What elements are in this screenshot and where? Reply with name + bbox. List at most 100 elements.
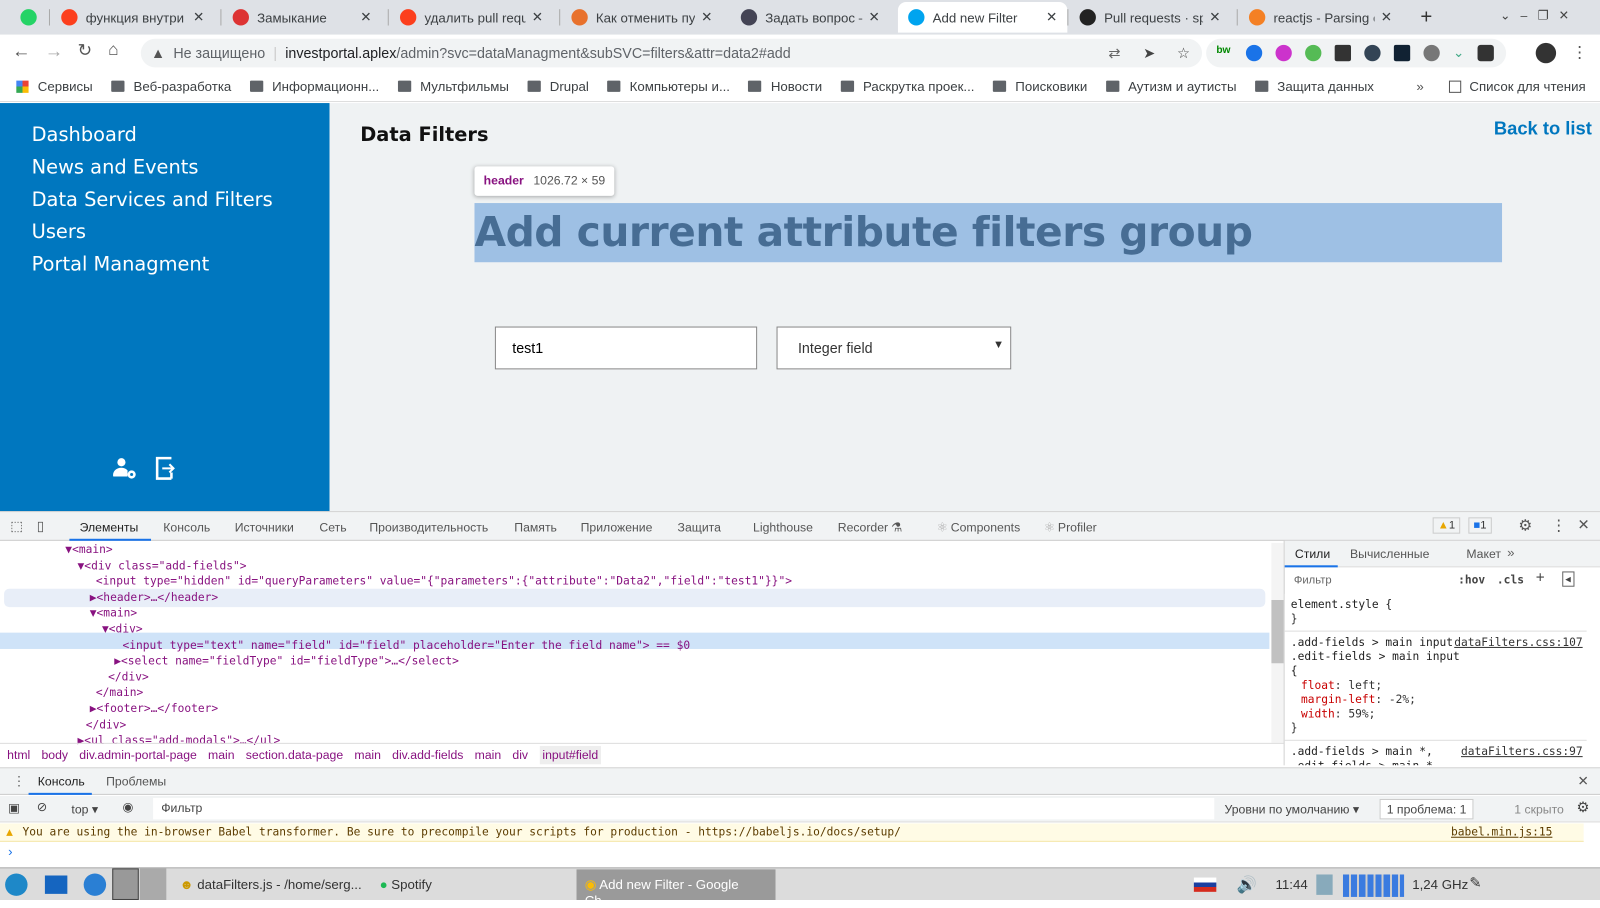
bookmark-folder[interactable]: Веб-разработка: [111, 79, 231, 94]
css-property[interactable]: margin-left: -2%;: [1291, 693, 1581, 707]
dom-node[interactable]: ▶<header>…</header>: [90, 591, 218, 604]
browser-tab[interactable]: [10, 2, 41, 33]
workspace-2[interactable]: [139, 868, 167, 900]
styles-filter-input[interactable]: Фильтр: [1290, 571, 1446, 590]
browser-tab[interactable]: Замыкание ✕: [222, 2, 381, 33]
live-expression-eye-icon[interactable]: ◉: [122, 800, 133, 814]
console-prompt[interactable]: ›: [8, 844, 12, 859]
apps-bookmark[interactable]: Сервисы: [16, 79, 93, 94]
browser-tab[interactable]: Add new Filter ✕: [897, 2, 1068, 33]
warnings-badge[interactable]: ▲1: [1432, 517, 1461, 534]
toggle-sidebar-icon[interactable]: ◂: [1562, 571, 1574, 587]
browser-tab[interactable]: Pull requests · spri ✕: [1069, 2, 1230, 33]
breadcrumb-item[interactable]: input#field: [539, 745, 602, 764]
bookmark-folder[interactable]: Мультфильмы: [397, 79, 509, 94]
breadcrumb-item[interactable]: html: [7, 747, 30, 761]
bookmark-folder[interactable]: Drupal: [527, 79, 589, 94]
devtools-tab-10[interactable]: ⚛ Components: [937, 520, 1020, 534]
bookmark-folder[interactable]: Поисковики: [992, 79, 1087, 94]
desktop-icon[interactable]: [44, 875, 68, 894]
breadcrumb-item[interactable]: div: [512, 747, 528, 761]
bw-extension-icon[interactable]: bw: [1216, 45, 1232, 61]
css-property[interactable]: width: 59%;: [1291, 707, 1581, 721]
reload-button[interactable]: ↻: [78, 41, 93, 61]
elements-scrollbar[interactable]: [1271, 542, 1284, 743]
devtools-tab-0[interactable]: Элементы: [80, 520, 139, 534]
browser-tab[interactable]: Задать вопрос — ✕: [731, 2, 890, 33]
firefox-extension-icon[interactable]: [1245, 44, 1263, 62]
taskbar-app-spotify[interactable]: ● Spotify: [380, 877, 432, 892]
new-rule-icon[interactable]: +: [1536, 569, 1545, 586]
keyboard-layout-flag-icon[interactable]: [1193, 877, 1217, 892]
vue-extension-icon[interactable]: ⌄: [1453, 45, 1464, 61]
devtools-tab-2[interactable]: Источники: [235, 520, 294, 534]
dom-node[interactable]: ▶<footer>…</footer>: [90, 702, 218, 715]
back-to-list-link[interactable]: Back to list: [1494, 118, 1592, 139]
send-icon[interactable]: ➤: [1143, 44, 1155, 61]
react-extension-icon[interactable]: [1393, 44, 1411, 62]
new-tab-button[interactable]: +: [1420, 6, 1432, 29]
clock[interactable]: 11:44: [1276, 877, 1308, 892]
window-controls[interactable]: ⌄ – ❐ ✕: [1500, 8, 1569, 22]
taskbar-app-chrome[interactable]: ◉ Add new Filter - Google Ch...: [576, 869, 776, 908]
css-rule[interactable]: dataFilters.css:97 .add-fields > main *, …: [1285, 741, 1587, 765]
drawer-tab[interactable]: Консоль: [38, 774, 85, 788]
styles-tab[interactable]: Стили: [1295, 547, 1330, 561]
close-drawer-icon[interactable]: ✕: [1578, 773, 1589, 789]
devtools-tab-11[interactable]: ⚛ Profiler: [1044, 520, 1097, 534]
close-tab-icon[interactable]: ✕: [1381, 9, 1392, 25]
breadcrumb-item[interactable]: main: [354, 747, 381, 761]
close-tab-icon[interactable]: ✕: [360, 9, 371, 25]
devtools-tab-7[interactable]: Защита: [678, 520, 721, 534]
dom-node[interactable]: ▼<main>: [90, 607, 137, 620]
breadcrumb-item[interactable]: main: [208, 747, 235, 761]
sidebar-toggle-icon[interactable]: ▣: [8, 801, 20, 815]
breadcrumb-item[interactable]: div.add-fields: [392, 747, 463, 761]
sidebar-item-users[interactable]: Users: [32, 220, 86, 242]
taskbar-app-editor[interactable]: ☻ dataFilters.js - /home/serg...: [180, 877, 362, 892]
devtools-tab-5[interactable]: Память: [514, 520, 557, 534]
bookmark-folder[interactable]: Раскрутка проек...: [840, 79, 974, 94]
devtools-tab-9[interactable]: Recorder ⚗: [838, 520, 902, 534]
styles-tab[interactable]: Вычисленные: [1350, 547, 1429, 561]
avatar[interactable]: [1535, 42, 1557, 64]
console-filter-input[interactable]: Фильтр: [153, 797, 1215, 820]
devtools-tab-8[interactable]: Lighthouse: [753, 520, 813, 534]
bookmark-folder[interactable]: Защита данных: [1254, 79, 1374, 94]
css-rule[interactable]: dataFilters.css:107 .add-fields > main in…: [1284, 632, 1587, 741]
device-toolbar-icon[interactable]: ▯: [37, 518, 44, 534]
devtools-tab-3[interactable]: Сеть: [319, 520, 346, 534]
more-bookmarks-icon[interactable]: »: [1416, 79, 1423, 94]
breadcrumb-item[interactable]: section.data-page: [246, 747, 343, 761]
devtools-tab-4[interactable]: Производительность: [369, 520, 488, 534]
tray-app-icon[interactable]: ✎: [1469, 874, 1481, 891]
sidebar-item-dashboard[interactable]: Dashboard: [32, 123, 137, 145]
more-menu-icon[interactable]: ⋮: [1551, 516, 1566, 534]
drawer-menu-icon[interactable]: ⋮: [12, 773, 25, 789]
devtools-tab-6[interactable]: Приложение: [581, 520, 653, 534]
settings-gear-icon[interactable]: ⚙: [1518, 516, 1532, 534]
styles-tab[interactable]: Макет: [1466, 547, 1501, 561]
css-source-link[interactable]: dataFilters.css:97: [1460, 744, 1583, 760]
inspect-element-icon[interactable]: ⬚: [10, 518, 23, 534]
cls-toggle[interactable]: .cls: [1497, 573, 1524, 586]
sidebar-item-data-services-and-filters[interactable]: Data Services and Filters: [32, 189, 273, 211]
dom-node[interactable]: ▶<select name="fieldType" id="fieldType"…: [114, 654, 459, 667]
console-settings-icon[interactable]: ⚙: [1577, 799, 1590, 816]
reading-list-button[interactable]: Список для чтения: [1448, 79, 1586, 94]
close-tab-icon[interactable]: ✕: [868, 9, 879, 25]
star-icon[interactable]: ☆: [1177, 44, 1190, 61]
dom-node[interactable]: </div>: [86, 718, 127, 731]
bookmark-folder[interactable]: Компьютеры и...: [607, 79, 730, 94]
color-extension-icon[interactable]: [1275, 44, 1292, 62]
bookmark-folder[interactable]: Новости: [748, 79, 822, 94]
context-select[interactable]: top ▾: [71, 802, 98, 816]
clear-console-icon[interactable]: ⊘: [37, 800, 47, 814]
sidebar-item-news-and-events[interactable]: News and Events: [32, 156, 199, 178]
drawer-tab[interactable]: Проблемы: [106, 774, 166, 788]
devtools-tab-1[interactable]: Консоль: [163, 520, 210, 534]
dom-node[interactable]: ▼<main>: [65, 543, 112, 556]
pip-extension-icon[interactable]: [1334, 44, 1352, 62]
browser-tab[interactable]: reactjs - Parsing er ✕: [1239, 2, 1402, 33]
back-button[interactable]: ←: [12, 41, 30, 62]
